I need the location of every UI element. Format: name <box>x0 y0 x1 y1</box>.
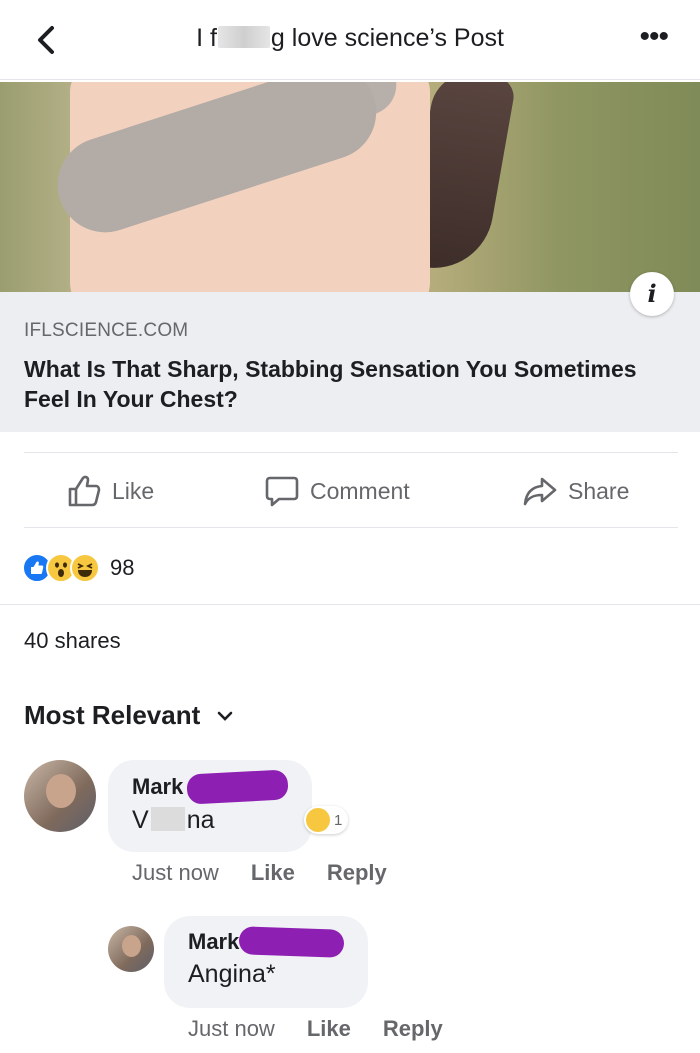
author-name: Mark <box>188 929 240 954</box>
like-label: Like <box>112 477 155 504</box>
reaction-count: 98 <box>110 555 135 580</box>
post-image[interactable] <box>0 82 700 292</box>
divider <box>0 604 700 605</box>
comment-text: Vna <box>132 806 288 835</box>
chevron-down-icon <box>217 711 233 721</box>
comment-meta: Just now Like Reply <box>132 860 419 886</box>
post-action-bar: Like Comment Share <box>24 452 678 528</box>
link-domain: IFLSCIENCE.COM <box>24 320 189 341</box>
thumbs-up-icon <box>68 475 101 507</box>
comment-time: Just now <box>188 1016 275 1041</box>
comment-bubble[interactable]: Mark Vna <box>108 760 312 852</box>
comment-sort-dropdown[interactable]: Most Relevant <box>24 700 234 731</box>
comment-time: Just now <box>132 860 219 885</box>
comment-icon <box>265 476 299 507</box>
reaction-summary[interactable]: 98 <box>22 548 134 588</box>
haha-icon <box>70 553 100 583</box>
comment-text-start: V <box>132 806 149 834</box>
comment-button[interactable]: Comment <box>264 453 410 529</box>
link-headline: What Is That Sharp, Stabbing Sensation Y… <box>24 356 637 412</box>
avatar[interactable] <box>24 760 96 832</box>
more-options-icon[interactable]: ••• <box>639 22 668 52</box>
avatar[interactable] <box>108 926 154 972</box>
comment-reply-button[interactable]: Reply <box>327 860 387 886</box>
post-header: I f g love science’s Post ••• <box>0 0 700 80</box>
redacted-name <box>238 926 345 958</box>
author-name: Mark <box>132 774 184 799</box>
comment-author[interactable]: Mark <box>188 926 345 958</box>
comment-author[interactable]: Mark <box>132 769 289 805</box>
comment-reply-button[interactable]: Reply <box>383 1016 443 1042</box>
share-count[interactable]: 40 shares <box>24 628 121 654</box>
share-label: Share <box>568 477 630 504</box>
link-preview[interactable]: IFLSCIENCE.COM What Is That Sharp, Stabb… <box>0 292 700 432</box>
sort-label: Most Relevant <box>24 700 201 730</box>
comment-like-button[interactable]: Like <box>251 860 295 886</box>
haha-icon <box>306 808 330 832</box>
info-icon[interactable]: i <box>630 272 674 316</box>
reply-bubble[interactable]: Mark Angina* <box>164 916 368 1008</box>
title-start: I f <box>196 24 217 52</box>
comment-text-end: na <box>186 806 215 834</box>
page-title: I f g love science’s Post <box>0 24 700 53</box>
title-end: g love science’s Post <box>270 24 504 52</box>
comment-label: Comment <box>310 477 410 504</box>
comment-meta: Just now Like Reply <box>188 1016 475 1042</box>
redacted-name <box>186 769 289 805</box>
share-arrow-icon <box>523 477 557 506</box>
like-button[interactable]: Like <box>66 453 154 529</box>
comment-reaction-pill[interactable]: 1 <box>304 806 349 834</box>
comment-like-button[interactable]: Like <box>307 1016 351 1042</box>
censored-blur <box>150 807 185 831</box>
comment-text: Angina* <box>188 960 276 988</box>
comment-reaction-count: 1 <box>334 811 343 829</box>
censored-blur <box>217 26 270 48</box>
share-button[interactable]: Share <box>522 453 629 529</box>
